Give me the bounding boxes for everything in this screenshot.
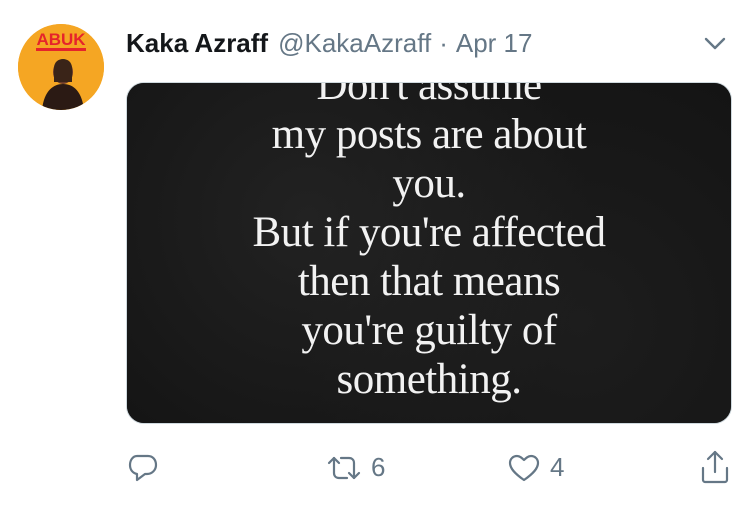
action-bar: 6 4 (0, 448, 750, 492)
retweet-icon (327, 456, 361, 479)
share-button[interactable] (700, 450, 730, 484)
avatar-image: ABUK (18, 24, 104, 110)
tweet-header: Kaka Azraff @KakaAzraff · Apr 17 (126, 27, 532, 59)
tweet-date[interactable]: Apr 17 (456, 28, 533, 59)
quote-line: But if you're affected (252, 209, 606, 256)
chevron-down-icon[interactable] (702, 34, 728, 54)
share-icon (701, 450, 729, 484)
quote-line: you're guilty of (301, 307, 557, 354)
avatar[interactable]: ABUK (18, 24, 104, 110)
author-handle[interactable]: @KakaAzraff (278, 28, 431, 59)
retweet-button[interactable]: 6 (327, 452, 385, 483)
separator-dot: · (439, 27, 448, 58)
quote-line: you. (392, 160, 466, 207)
like-count: 4 (550, 452, 565, 482)
retweet-count: 6 (371, 452, 386, 482)
quote-line: then that means (297, 258, 561, 305)
quote-line: Don't assume (316, 82, 542, 109)
image-quote: Don't assume my posts are about you. But… (127, 82, 731, 404)
quote-line: something. (336, 356, 522, 403)
tweet-image[interactable]: Don't assume my posts are about you. But… (126, 82, 732, 424)
like-button[interactable]: 4 (508, 452, 564, 483)
reply-button[interactable] (128, 452, 168, 482)
author-name[interactable]: Kaka Azraff (126, 28, 268, 59)
heart-icon (508, 454, 540, 481)
avatar-text: ABUK (36, 30, 86, 49)
quote-line: my posts are about (271, 111, 587, 158)
reply-bubble-icon (128, 454, 158, 482)
